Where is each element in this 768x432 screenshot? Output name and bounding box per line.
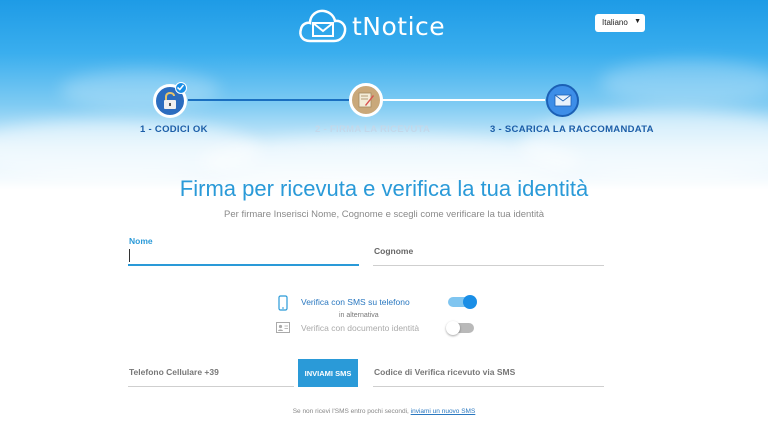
unlocked-padlock-icon — [164, 92, 176, 109]
page-subtitle: Per firmare Inserisci Nome, Cognome e sc… — [224, 209, 544, 220]
sms-toggle[interactable] — [448, 295, 477, 309]
verification-code-label: Codice di Verifica ricevuto via SMS — [374, 367, 516, 377]
step-2-label: 2 - FIRMA LA RICEVUTA — [315, 124, 431, 135]
footer-note: Se non ricevi l'SMS entro pochi secondi,… — [0, 408, 768, 415]
phone-label: Telefono Cellulare +39 — [129, 367, 219, 377]
smartphone-icon — [278, 295, 288, 311]
send-sms-button[interactable]: INVIAMI SMS — [298, 359, 358, 387]
chevron-down-icon: ▼ — [634, 18, 641, 25]
verify-document-label: Verifica con documento identità — [301, 323, 420, 333]
id-card-icon — [276, 322, 290, 333]
step-1-label: 1 - CODICI OK — [140, 124, 208, 135]
cloud-envelope-icon — [299, 9, 347, 43]
checkmark-icon — [175, 82, 187, 94]
logo-text: tNotice — [352, 11, 446, 41]
alternative-text: in alternativa — [339, 312, 379, 319]
phone-input[interactable] — [128, 386, 294, 387]
toggle-knob — [446, 321, 460, 335]
footer-text: Se non ricevi l'SMS entro pochi secondi, — [292, 408, 409, 415]
language-value: Italiano — [602, 18, 628, 27]
verify-sms-label: Verifica con SMS su telefono — [301, 297, 410, 307]
nome-input[interactable] — [128, 246, 359, 266]
envelope-icon — [554, 94, 571, 107]
page-title: Firma per ricevuta e verifica la tua ide… — [179, 176, 589, 201]
toggle-knob — [463, 295, 477, 309]
step-connector-done — [188, 99, 349, 101]
text-cursor — [129, 249, 130, 262]
resend-sms-link[interactable]: inviami un nuovo SMS — [411, 408, 476, 415]
language-select[interactable]: Italiano ▼ — [595, 14, 645, 32]
signature-pen-icon — [358, 92, 374, 108]
step-connector-pending — [382, 99, 545, 101]
document-toggle[interactable] — [446, 321, 474, 335]
step-2-circle — [349, 83, 383, 117]
step-3-label: 3 - SCARICA LA RACCOMANDATA — [490, 124, 654, 135]
nome-label: Nome — [129, 236, 153, 246]
verification-code-input[interactable] — [373, 386, 604, 387]
step-3-circle — [546, 84, 579, 117]
cognome-input[interactable] — [373, 244, 604, 266]
logo: tNotice — [298, 6, 445, 46]
